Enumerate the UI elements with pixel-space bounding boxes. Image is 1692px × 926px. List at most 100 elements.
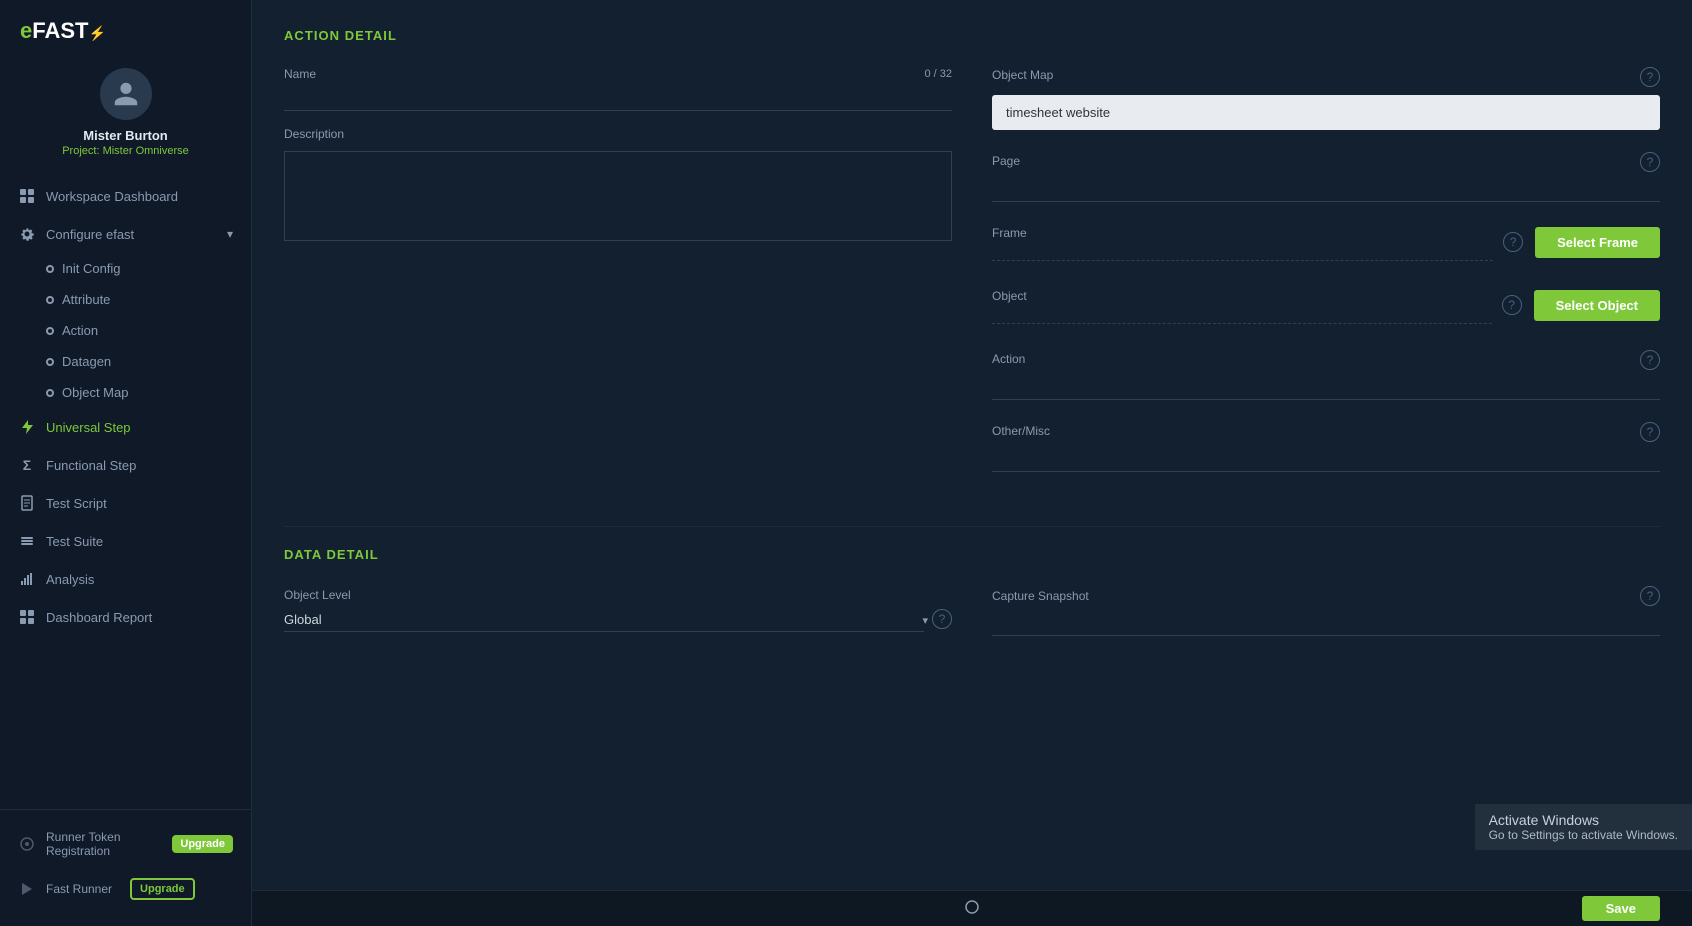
token-icon [18, 835, 36, 853]
user-profile: Mister Burton Project: Mister Omniverse [0, 56, 251, 173]
bottom-bar: Save [252, 890, 1692, 926]
action-help-icon[interactable]: ? [1640, 350, 1660, 370]
object-help-icon[interactable]: ? [1502, 295, 1522, 315]
dot-icon [46, 389, 54, 397]
dot-icon [46, 296, 54, 304]
object-level-help-icon[interactable]: ? [932, 609, 952, 629]
main-inner: ACTION DETAIL Name 0 / 32 Description [252, 0, 1692, 890]
page-help-icon[interactable]: ? [1640, 152, 1660, 172]
sidebar-label-action: Action [62, 323, 98, 338]
name-counter: 0 / 32 [924, 68, 952, 80]
object-map-input-wrap [992, 95, 1660, 130]
fast-runner-icon [18, 880, 36, 898]
layers-icon [18, 532, 36, 550]
chevron-down-icon: ▾ [227, 227, 233, 241]
user-name: Mister Burton [83, 128, 168, 143]
data-detail-section: DATA DETAIL Object Level Global Local ▾ … [284, 526, 1660, 636]
sidebar-item-action[interactable]: Action [46, 315, 251, 346]
name-input[interactable] [284, 87, 952, 111]
other-misc-input[interactable] [992, 448, 1660, 472]
action-detail-title: ACTION DETAIL [284, 28, 1660, 43]
sidebar-item-init-config[interactable]: Init Config [46, 253, 251, 284]
sidebar-label-test-script: Test Script [46, 496, 107, 511]
sidebar-label-test-suite: Test Suite [46, 534, 103, 549]
sidebar-item-fast-runner[interactable]: Fast Runner Upgrade [0, 868, 251, 910]
sidebar: eFAST⚡ Mister Burton Project: Mister Omn… [0, 0, 252, 926]
action-detail-left: Name 0 / 32 Description [284, 67, 952, 494]
sidebar-item-runner-token[interactable]: Runner Token Registration Upgrade [0, 820, 251, 868]
frame-row: Frame ? Select Frame [992, 224, 1660, 265]
data-detail-grid: Object Level Global Local ▾ ? Capture Sn… [284, 586, 1660, 636]
sidebar-item-analysis[interactable]: Analysis [0, 560, 251, 598]
save-button[interactable]: Save [1582, 896, 1660, 921]
sidebar-item-test-script[interactable]: Test Script [0, 484, 251, 522]
sidebar-nav: Workspace Dashboard Configure efast ▾ In… [0, 173, 251, 809]
sidebar-label-datagen: Datagen [62, 354, 111, 369]
sidebar-item-attribute[interactable]: Attribute [46, 284, 251, 315]
description-field-group: Description [284, 127, 952, 241]
fast-runner-upgrade-btn[interactable]: Upgrade [130, 878, 195, 900]
sidebar-item-configure-efast[interactable]: Configure efast ▾ [0, 215, 251, 253]
action-detail-grid: Name 0 / 32 Description Object Map [284, 67, 1660, 494]
configure-efast-submenu: Init Config Attribute Action Datagen Obj… [0, 253, 251, 408]
sidebar-item-dashboard-report[interactable]: Dashboard Report [0, 598, 251, 636]
sidebar-item-object-map[interactable]: Object Map [46, 377, 251, 408]
lightning-icon [18, 418, 36, 436]
capture-snapshot-input[interactable] [992, 612, 1660, 636]
object-map-help-icon[interactable]: ? [1640, 67, 1660, 87]
grid2-icon [18, 608, 36, 626]
action-row: Action ? [992, 350, 1660, 400]
sidebar-item-workspace-dashboard[interactable]: Workspace Dashboard [0, 177, 251, 215]
description-textarea[interactable] [284, 151, 952, 241]
object-map-row: Object Map ? [992, 67, 1660, 130]
object-level-group: Object Level Global Local ▾ ? [284, 586, 952, 636]
sidebar-item-test-suite[interactable]: Test Suite [0, 522, 251, 560]
sidebar-label-init-config: Init Config [62, 261, 121, 276]
action-label: Action [992, 352, 1025, 366]
bottom-tabs [944, 893, 1000, 924]
select-object-button[interactable]: Select Object [1534, 290, 1660, 321]
object-label: Object [992, 289, 1027, 303]
select-frame-button[interactable]: Select Frame [1535, 227, 1660, 258]
sidebar-label-dashboard-report: Dashboard Report [46, 610, 152, 625]
frame-label: Frame [992, 226, 1027, 240]
object-level-select-wrapper: Global Local ▾ ? [284, 608, 952, 632]
other-misc-row: Other/Misc ? [992, 422, 1660, 472]
sidebar-item-functional-step[interactable]: Σ Functional Step [0, 446, 251, 484]
other-misc-help-icon[interactable]: ? [1640, 422, 1660, 442]
sidebar-label-functional-step: Functional Step [46, 458, 136, 473]
sidebar-item-universal-step[interactable]: Universal Step [0, 408, 251, 446]
page-input[interactable] [992, 178, 1660, 202]
description-label: Description [284, 127, 952, 141]
sidebar-label-universal-step: Universal Step [46, 420, 131, 435]
sidebar-label-attribute: Attribute [62, 292, 110, 307]
bottom-tab-1[interactable] [944, 893, 1000, 924]
main-content: ACTION DETAIL Name 0 / 32 Description [252, 0, 1692, 926]
sidebar-item-datagen[interactable]: Datagen [46, 346, 251, 377]
doc-icon [18, 494, 36, 512]
project-name: Project: Mister Omniverse [62, 145, 189, 157]
sidebar-label-object-map: Object Map [62, 385, 128, 400]
frame-help-icon[interactable]: ? [1503, 232, 1523, 252]
dot-icon [46, 327, 54, 335]
runner-token-upgrade-btn[interactable]: Upgrade [172, 835, 233, 853]
sidebar-label-configure-efast: Configure efast [46, 227, 134, 242]
other-misc-label: Other/Misc [992, 424, 1050, 438]
windows-activate-banner: Activate Windows Go to Settings to activ… [1475, 804, 1692, 850]
action-detail-right: Object Map ? Page ? [992, 67, 1660, 494]
capture-snapshot-label: Capture Snapshot [992, 589, 1089, 603]
dot-icon [46, 358, 54, 366]
chart-icon [18, 570, 36, 588]
logo-area: eFAST⚡ [0, 0, 251, 56]
sidebar-label-analysis: Analysis [46, 572, 94, 587]
avatar [100, 68, 152, 120]
object-map-input[interactable] [992, 95, 1660, 130]
object-row: Object ? Select Object [992, 287, 1660, 328]
sidebar-bottom: Runner Token Registration Upgrade Fast R… [0, 809, 251, 926]
page-row: Page ? [992, 152, 1660, 202]
object-level-select[interactable]: Global Local [284, 608, 924, 632]
object-level-label: Object Level [284, 588, 351, 602]
action-input[interactable] [992, 376, 1660, 400]
capture-snapshot-help-icon[interactable]: ? [1640, 586, 1660, 606]
data-detail-title: DATA DETAIL [284, 547, 1660, 562]
